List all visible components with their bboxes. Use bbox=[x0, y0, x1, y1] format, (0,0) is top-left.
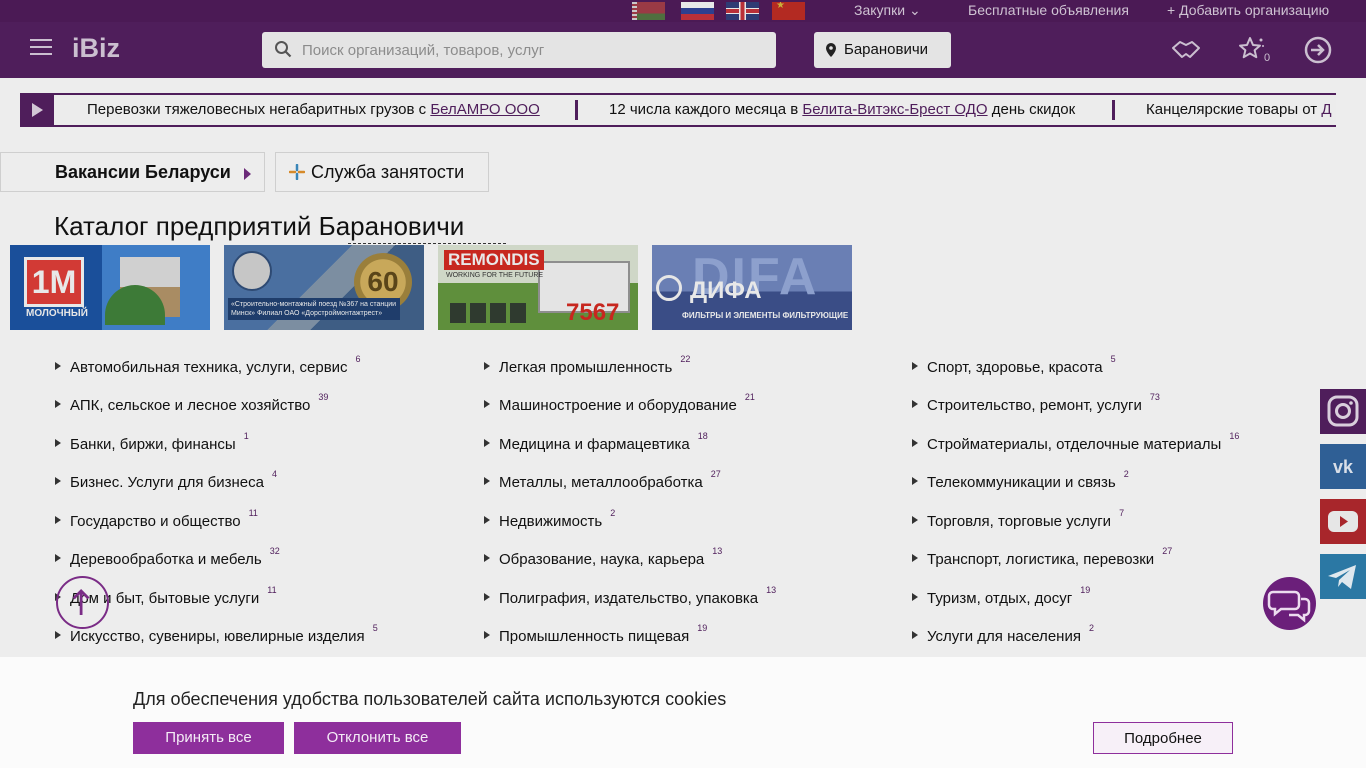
search-icon[interactable] bbox=[274, 40, 292, 58]
svg-text:vk: vk bbox=[1333, 457, 1354, 477]
news-ticker: Перевозки тяжеловесных негабаритных груз… bbox=[20, 93, 1336, 127]
gb-flag-icon[interactable] bbox=[726, 2, 759, 20]
category-link[interactable]: Деревообработка и мебель 32 bbox=[55, 546, 280, 568]
category-link[interactable]: Легкая промышленность 22 bbox=[483, 354, 690, 376]
banner-slogan: WORKING FOR THE FUTURE bbox=[446, 272, 544, 279]
vk-icon[interactable]: vk bbox=[1320, 444, 1366, 489]
ru-flag-icon[interactable] bbox=[681, 2, 714, 20]
reject-all-button[interactable]: Отклонить все bbox=[294, 722, 461, 754]
login-icon[interactable] bbox=[1302, 34, 1334, 66]
category-link[interactable]: Торговля, торговые услуги 7 bbox=[911, 508, 1124, 530]
chat-button[interactable] bbox=[1263, 577, 1316, 630]
search-input[interactable] bbox=[302, 32, 762, 68]
banner-logo: ДИФА bbox=[690, 277, 762, 304]
category-link[interactable]: Полиграфия, издательство, упаковка 13 bbox=[483, 585, 776, 607]
chat-bubbles-icon bbox=[1267, 590, 1311, 623]
ticker-separator bbox=[575, 100, 578, 120]
search-box bbox=[262, 32, 776, 68]
accept-all-button[interactable]: Принять все bbox=[133, 722, 284, 754]
ticker-item: Канцелярские товары от Д bbox=[1146, 101, 1332, 118]
category-link[interactable]: АПК, сельское и лесное хозяйство 39 bbox=[54, 392, 328, 414]
header: iBiz Барановичи 0 bbox=[0, 22, 1366, 78]
category-link[interactable]: Автомобильная техника, услуги, сервис 6 bbox=[55, 354, 361, 376]
more-details-button[interactable]: Подробнее bbox=[1093, 722, 1233, 754]
category-link[interactable]: Промышленность пищевая 19 bbox=[483, 623, 707, 645]
cn-flag-icon[interactable] bbox=[772, 2, 805, 20]
vacancies-button[interactable]: Вакансии Беларуси bbox=[0, 152, 265, 192]
category-link[interactable]: Бизнес. Услуги для бизнеса 4 bbox=[55, 469, 277, 491]
free-ads-link[interactable]: Бесплатные объявления bbox=[968, 2, 1129, 18]
banner-remondis[interactable]: REMONDIS WORKING FOR THE FUTURE 7567 bbox=[438, 245, 638, 330]
ticker-link[interactable]: Д bbox=[1321, 101, 1331, 118]
category-link[interactable]: Транспорт, логистика, перевозки 27 bbox=[911, 546, 1172, 568]
banner-number: 7567 bbox=[566, 299, 620, 326]
location-pin-icon bbox=[826, 43, 836, 57]
category-link[interactable]: Образование, наука, карьера 13 bbox=[483, 546, 722, 568]
category-link[interactable]: Услуги для населения 2 bbox=[912, 623, 1094, 645]
category-link[interactable]: Искусство, сувениры, ювелирные изделия 5 bbox=[55, 623, 378, 645]
ticker-item: 12 числа каждого месяца в Белита-Витэкс-… bbox=[609, 101, 1076, 118]
employment-service-button[interactable]: Служба занятости bbox=[275, 152, 489, 192]
instagram-icon[interactable] bbox=[1320, 389, 1366, 434]
category-link[interactable]: Металлы, металлообработка 27 bbox=[484, 469, 721, 491]
city-underline bbox=[348, 243, 506, 244]
banner-caption: «Строительно-монтажный поезд №367 на ста… bbox=[228, 298, 400, 320]
category-link[interactable]: Строительство, ремонт, услуги 73 bbox=[912, 392, 1160, 414]
purchases-menu[interactable]: Закупки ⌄ bbox=[854, 2, 921, 19]
category-link[interactable]: Спорт, здоровье, красота 5 bbox=[912, 354, 1116, 376]
difa-logo-icon bbox=[656, 275, 682, 301]
telegram-icon[interactable] bbox=[1320, 554, 1366, 599]
city-label: Барановичи bbox=[844, 41, 929, 58]
banner-logo: REMONDIS bbox=[444, 250, 544, 270]
play-icon[interactable] bbox=[20, 95, 54, 125]
page-title: Каталог предприятий Барановичи bbox=[54, 211, 465, 241]
category-link[interactable]: Государство и общество 11 bbox=[55, 508, 258, 530]
scroll-up-button[interactable] bbox=[56, 576, 109, 629]
banner-logo: 1M bbox=[24, 257, 84, 307]
by-flag-icon[interactable] bbox=[632, 2, 665, 20]
youtube-icon[interactable] bbox=[1320, 499, 1366, 544]
ticker-link[interactable]: Белита-Витэкс-Брест ОДО bbox=[802, 101, 987, 118]
banner-caption: ФИЛЬТРЫ И ЭЛЕМЕНТЫ ФИЛЬТРУЮЩИЕ bbox=[682, 311, 849, 320]
category-link[interactable]: Телекоммуникации и связь 2 bbox=[912, 469, 1129, 491]
ticker-item: Перевозки тяжеловесных негабаритных груз… bbox=[87, 101, 540, 118]
banner-molochny[interactable]: 1M МОЛОЧНЫЙ bbox=[10, 245, 210, 330]
menu-icon[interactable] bbox=[30, 39, 52, 55]
category-link[interactable]: Машиностроение и оборудование 21 bbox=[484, 392, 755, 414]
handshake-icon[interactable] bbox=[1170, 34, 1202, 66]
chevron-right-icon bbox=[244, 168, 251, 180]
top-strip: Закупки ⌄ Бесплатные объявления + Добави… bbox=[0, 0, 1366, 22]
sparkle-icon bbox=[289, 164, 305, 180]
category-link[interactable]: Медицина и фармацевтика 18 bbox=[484, 431, 708, 453]
category-link[interactable]: Банки, биржи, финансы 1 bbox=[55, 431, 249, 453]
city-selector[interactable]: Барановичи bbox=[814, 32, 951, 68]
banner-smp-367[interactable]: 60 «Строительно-монтажный поезд №367 на … bbox=[224, 245, 424, 330]
category-link[interactable]: Недвижимость 2 bbox=[483, 508, 615, 530]
seal-icon bbox=[232, 251, 272, 291]
category-link[interactable]: Стройматериалы, отделочные материалы 16 bbox=[911, 431, 1239, 453]
arrow-up-icon bbox=[72, 588, 90, 615]
logo[interactable]: iBiz bbox=[72, 33, 120, 64]
chevron-down-icon: ⌄ bbox=[908, 2, 921, 18]
ticker-separator bbox=[1112, 100, 1115, 120]
ticker-link[interactable]: БелАМРО ООО bbox=[430, 101, 539, 118]
add-organization-link[interactable]: + Добавить организацию bbox=[1167, 2, 1329, 18]
favorites-count: 0 bbox=[1264, 52, 1271, 64]
banner-difa[interactable]: DIFA ДИФА ФИЛЬТРЫ И ЭЛЕМЕНТЫ ФИЛЬТРУЮЩИЕ bbox=[652, 245, 852, 330]
cookie-text: Для обеспечения удобства пользователей с… bbox=[133, 689, 727, 709]
banner-caption: МОЛОЧНЫЙ bbox=[26, 308, 88, 319]
category-link[interactable]: Туризм, отдых, досуг 19 bbox=[911, 585, 1090, 607]
